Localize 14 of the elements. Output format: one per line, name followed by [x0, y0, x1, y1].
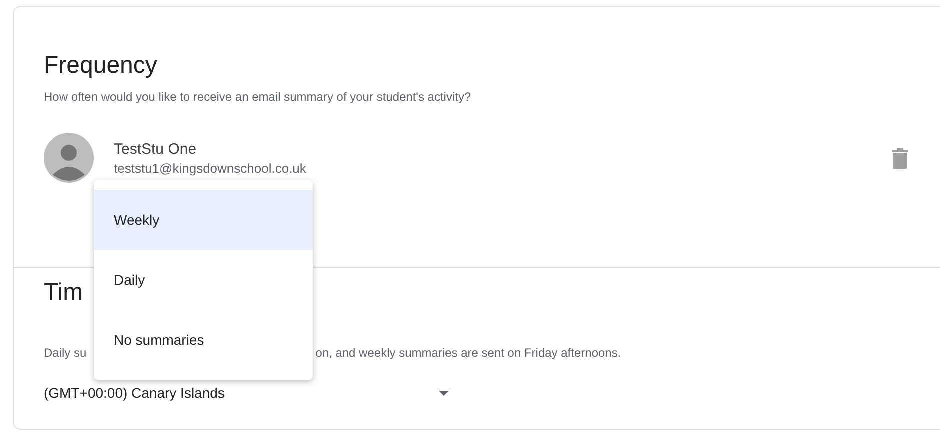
- section-description: Daily su: [44, 345, 87, 361]
- section-description: on, and weekly summaries are sent on Friday afternoons.: [316, 345, 622, 361]
- section-heading: Tim: [44, 278, 84, 308]
- menu-item[interactable]: No summaries: [94, 310, 313, 370]
- menu-item[interactable]: Daily: [94, 250, 313, 310]
- student-email: teststu1@kingsdownschool.co.uk: [114, 160, 308, 176]
- avatar-icon: [44, 133, 94, 183]
- trash-icon[interactable]: [892, 147, 908, 169]
- student-name: TestStu One: [114, 140, 198, 158]
- menu-item[interactable]: Weekly: [94, 190, 313, 250]
- section-description: How often would you like to receive an email summary of your student's activity?: [44, 89, 472, 105]
- timezone-select[interactable]: (GMT+00:00) Canary Islands: [44, 385, 449, 401]
- section-heading: Frequency: [44, 51, 158, 81]
- caret-icon: [439, 390, 449, 396]
